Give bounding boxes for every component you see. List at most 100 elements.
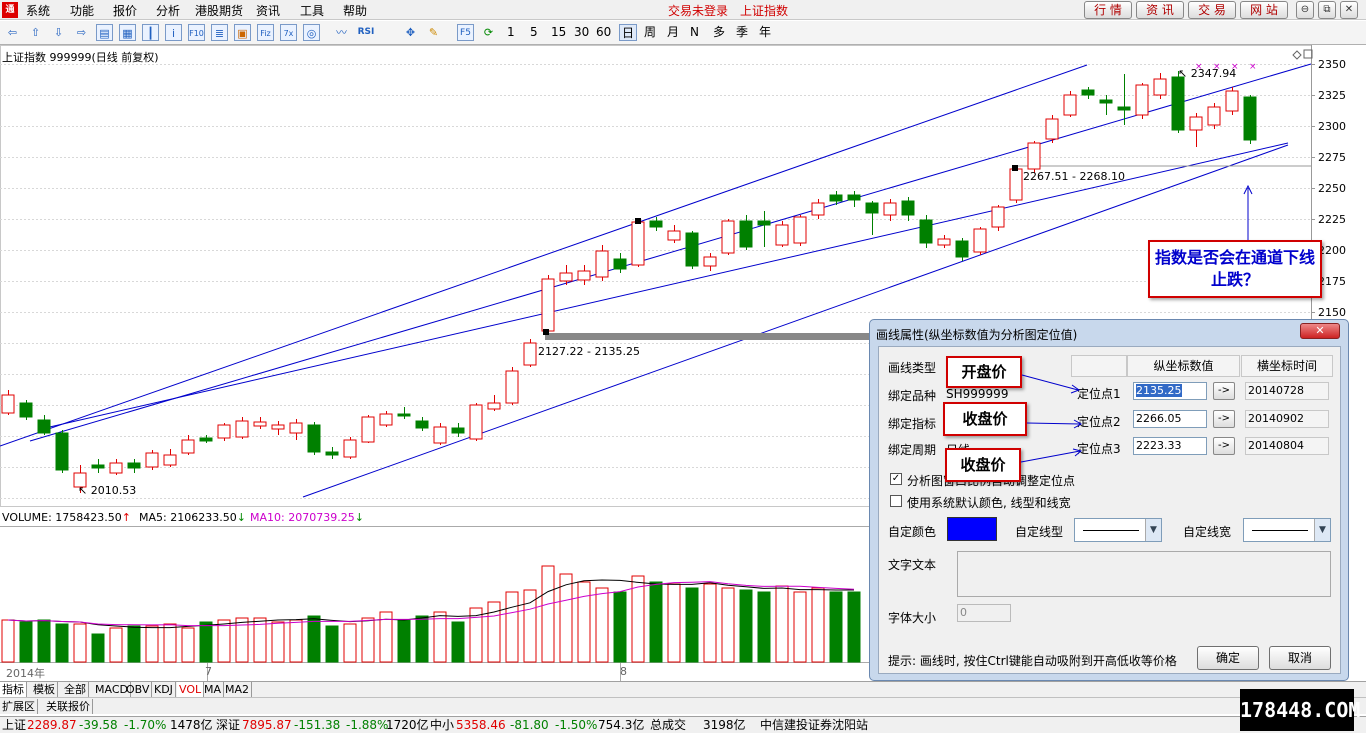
chevron-down-icon[interactable]: ▼	[1314, 519, 1330, 541]
candle-up	[1189, 116, 1203, 131]
tab-vol[interactable]: VOL	[177, 682, 205, 697]
rsi-icon[interactable]: RSI	[356, 24, 376, 41]
total-turnover-value: 3198亿	[703, 718, 746, 732]
signal-marker: ×	[1249, 62, 1257, 72]
close-window-icon[interactable]: ✕	[1340, 1, 1358, 19]
menu-news[interactable]: 资讯	[256, 2, 280, 19]
chart-line-icon[interactable]: 〰	[333, 24, 350, 41]
x-label-2014: 2014年	[6, 667, 45, 680]
arrow-down-icon[interactable]: ⇩	[50, 24, 67, 41]
diamond-icon[interactable]	[1292, 50, 1302, 60]
anchor3-value-input[interactable]: 2223.33	[1133, 437, 1207, 455]
move-icon[interactable]: ✥	[402, 24, 419, 41]
tab-indicator[interactable]: 指标	[0, 682, 27, 697]
header-xtime: 横坐标时间	[1241, 355, 1333, 377]
market-button[interactable]: 行 情	[1084, 1, 1132, 19]
arrow-right-icon[interactable]: ⇨	[73, 24, 90, 41]
report-icon[interactable]: ▣	[234, 24, 251, 41]
auto-adjust-checkbox[interactable]: ✓	[890, 473, 902, 485]
period-60min[interactable]: 60	[594, 24, 613, 41]
period-week[interactable]: 周	[642, 24, 658, 41]
linetype-select[interactable]: ▼	[1074, 518, 1162, 542]
square-icon[interactable]	[1303, 49, 1313, 59]
volume-bar-up	[577, 581, 591, 663]
tab-obv[interactable]: OBV	[124, 682, 153, 697]
tab-kdj[interactable]: KDJ	[152, 682, 176, 697]
period-1min[interactable]: 1	[505, 24, 517, 41]
tab-all[interactable]: 全部	[62, 682, 89, 697]
tab-ma2[interactable]: MA2	[223, 682, 253, 697]
ma5-value: MA5: 2106233.50	[139, 511, 237, 524]
trade-button[interactable]: 交 易	[1188, 1, 1236, 19]
page-icon[interactable]: ▤	[96, 24, 113, 41]
menu-tools[interactable]: 工具	[300, 2, 324, 19]
candle-up	[721, 220, 735, 254]
calc-icon[interactable]: 7x	[280, 24, 297, 41]
anchor3-pick-button[interactable]: ->	[1213, 437, 1235, 455]
grid-icon[interactable]: ▦	[119, 24, 136, 41]
f5-icon[interactable]: F5	[457, 24, 474, 41]
anchor-point-3[interactable]	[635, 218, 641, 224]
chevron-down-icon[interactable]: ▼	[1145, 519, 1161, 541]
minimize-icon[interactable]: ⊖	[1296, 1, 1314, 19]
menu-help[interactable]: 帮助	[343, 2, 367, 19]
candle-down	[19, 402, 33, 418]
candle-up	[1135, 84, 1149, 116]
period-5min[interactable]: 5	[528, 24, 540, 41]
cancel-button[interactable]: 取消	[1269, 646, 1331, 670]
period-year[interactable]: 年	[757, 24, 773, 41]
arrow-up-icon[interactable]: ⇧	[27, 24, 44, 41]
period-15min[interactable]: 15	[549, 24, 568, 41]
linewidth-select[interactable]: ▼	[1243, 518, 1331, 542]
sz-index-pct: -1.88%	[346, 718, 389, 732]
f10-icon[interactable]: F10	[188, 24, 205, 41]
font-size-input[interactable]: 0	[957, 604, 1011, 622]
period-n[interactable]: N	[688, 24, 701, 41]
news-button[interactable]: 资 讯	[1136, 1, 1184, 19]
period-day[interactable]: 日	[619, 24, 638, 41]
menu-system[interactable]: 系统	[26, 2, 50, 19]
candle-up	[469, 404, 483, 440]
volume-bar-up	[721, 587, 735, 663]
default-style-checkbox[interactable]	[890, 495, 902, 507]
anchor2-label: 定位点2	[1077, 415, 1121, 429]
dialog-close-button[interactable]: ✕	[1300, 323, 1340, 339]
candle-down	[829, 194, 843, 202]
period-30min[interactable]: 30	[572, 24, 591, 41]
tab-ma[interactable]: MA	[202, 682, 225, 697]
menu-function[interactable]: 功能	[70, 2, 94, 19]
pencil-icon[interactable]: ✎	[425, 24, 442, 41]
anchor-point-1[interactable]	[543, 329, 549, 335]
volume-bar-down	[847, 591, 861, 663]
menu-quote[interactable]: 报价	[113, 2, 137, 19]
anchor1-value-input[interactable]: 2135.25	[1133, 382, 1207, 400]
menu-hk-futures[interactable]: 港股期货	[195, 2, 243, 19]
broker-name: 中信建投证券沈阳站	[760, 718, 869, 732]
website-button[interactable]: 网 站	[1240, 1, 1288, 19]
restore-icon[interactable]: ⧉	[1318, 1, 1336, 19]
tab-related-quotes[interactable]: 关联报价	[44, 699, 93, 714]
switch-icon[interactable]: ⟳	[480, 24, 497, 41]
anchor2-value-input[interactable]: 2266.05	[1133, 410, 1207, 428]
arrow-left-icon[interactable]: ⇦	[4, 24, 21, 41]
sz-index-amount: 1720亿	[386, 718, 429, 732]
period-quarter[interactable]: 季	[734, 24, 750, 41]
anchor2-pick-button[interactable]: ->	[1213, 410, 1235, 428]
period-month[interactable]: 月	[665, 24, 681, 41]
custom-color-swatch[interactable]	[947, 517, 997, 541]
close-price-callout-2: 收盘价	[945, 448, 1021, 482]
menu-analysis[interactable]: 分析	[156, 2, 180, 19]
tab-template[interactable]: 模板	[31, 682, 58, 697]
period-multi[interactable]: 多	[711, 24, 727, 41]
tab-extension[interactable]: 扩展区	[0, 699, 38, 714]
ok-button[interactable]: 确定	[1197, 646, 1259, 670]
price-tick-label: 2175	[1318, 275, 1346, 288]
text-textarea[interactable]	[957, 551, 1331, 597]
news-icon[interactable]: ≣	[211, 24, 228, 41]
fiz-icon[interactable]: Fiz	[257, 24, 274, 41]
anchor-point-2[interactable]	[1012, 165, 1018, 171]
anchor1-pick-button[interactable]: ->	[1213, 382, 1235, 400]
refresh-icon[interactable]: ◎	[303, 24, 320, 41]
candle-icon[interactable]: ┃	[142, 24, 159, 41]
info-icon[interactable]: i	[165, 24, 182, 41]
